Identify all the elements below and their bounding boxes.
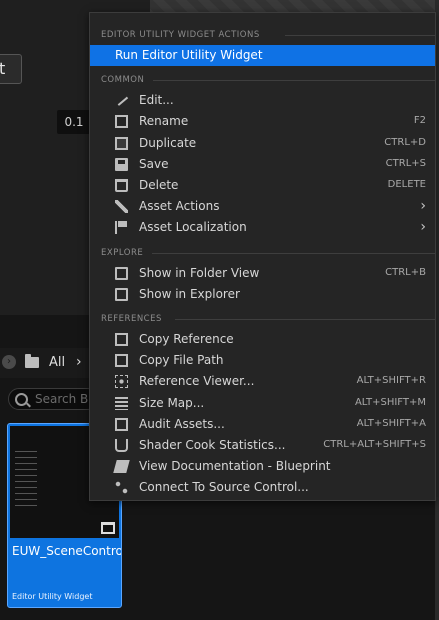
value-field[interactable]: 0.1	[57, 110, 91, 134]
menu-item-reference-viewer[interactable]: Reference Viewer... ALT+SHIFT+R	[90, 371, 435, 392]
section-title: REFERENCES	[101, 314, 162, 324]
rename-icon	[115, 115, 128, 129]
audit-icon	[115, 417, 128, 431]
menu-item-label: Edit...	[139, 93, 174, 108]
menu-item-label: Copy File Path	[139, 353, 224, 368]
menu-item-label: Reference Viewer...	[139, 374, 255, 389]
chevron-right-icon[interactable]: ›	[76, 354, 82, 370]
wrench-icon	[115, 200, 128, 214]
menu-item-label: Duplicate	[139, 135, 197, 150]
menu-item-label: Connect To Source Control...	[139, 480, 309, 495]
thumbnail-preview	[15, 451, 37, 511]
section-header: COMMON	[90, 67, 435, 89]
section-title: COMMON	[101, 75, 145, 86]
menu-item-duplicate[interactable]: Duplicate CTRL+D	[90, 133, 435, 154]
menu-item-label: Shader Cook Statistics...	[139, 438, 286, 452]
section-header: EXPLORE	[90, 240, 435, 262]
menu-item-label: View Documentation - Blueprint	[139, 459, 331, 474]
menu-item-view-documentation-blueprint[interactable]: View Documentation - Blueprint	[90, 456, 435, 477]
menu-item-label: Rename	[139, 114, 189, 129]
pencil-icon	[113, 92, 129, 107]
menu-item-copy-reference[interactable]: Copy Reference	[90, 329, 435, 350]
section-header: REFERENCES	[90, 306, 435, 328]
flag-icon	[115, 221, 130, 235]
menu-item-label: Audit Assets...	[139, 416, 225, 431]
shader-icon	[115, 439, 128, 452]
shortcut-label: ALT+SHIFT+M	[354, 396, 426, 408]
size-map-icon	[115, 396, 128, 410]
breadcrumb-all[interactable]: All	[49, 355, 65, 370]
save-icon	[115, 157, 128, 171]
search-input[interactable]	[35, 392, 95, 406]
asset-type: Editor Utility Widget	[12, 592, 93, 601]
shortcut-label: CTRL+S	[385, 157, 426, 169]
folder-view-icon	[115, 266, 128, 280]
submenu-arrow-icon: ›	[420, 219, 426, 236]
menu-item-run-editor-utility-widget[interactable]: Run Editor Utility Widget	[90, 45, 435, 66]
section-divider	[175, 319, 435, 320]
menu-item-connect-to-source-control[interactable]: Connect To Source Control...	[90, 477, 435, 498]
menu-item-label: Copy Reference	[139, 332, 234, 346]
menu-item-delete[interactable]: Delete DELETE	[90, 175, 435, 196]
menu-item-show-in-folder-view[interactable]: Show in Folder View CTRL+B	[90, 263, 435, 284]
partial-button[interactable]: t	[0, 54, 22, 84]
shortcut-label: CTRL+B	[385, 266, 426, 278]
menu-item-asset-localization[interactable]: Asset Localization ›	[90, 217, 435, 238]
section-divider	[285, 35, 435, 36]
menu-item-audit-assets[interactable]: Audit Assets... ALT+SHIFT+A	[90, 414, 435, 435]
menu-item-rename[interactable]: Rename F2	[90, 111, 435, 132]
content-browser-nav: › All ›	[0, 348, 92, 378]
source-control-icon	[115, 481, 128, 495]
submenu-arrow-icon: ›	[420, 198, 426, 215]
section-title: EXPLORE	[101, 247, 144, 258]
blueprint-icon	[101, 522, 115, 534]
context-menu: EDITOR UTILITY WIDGET ACTIONS Run Editor …	[89, 12, 436, 501]
shortcut-label: ALT+SHIFT+A	[356, 417, 426, 429]
shortcut-label: ALT+SHIFT+R	[356, 375, 426, 387]
history-icon[interactable]: ›	[2, 355, 16, 369]
menu-item-copy-file-path[interactable]: Copy File Path	[90, 350, 435, 371]
menu-item-size-map[interactable]: Size Map... ALT+SHIFT+M	[90, 393, 435, 414]
menu-item-label: Show in Explorer	[139, 286, 240, 301]
copy-path-icon	[115, 354, 128, 368]
menu-item-label: Show in Folder View	[139, 265, 260, 280]
menu-item-label: Run Editor Utility Widget	[115, 48, 263, 62]
shortcut-label: F2	[413, 115, 426, 127]
section-title: EDITOR UTILITY WIDGET ACTIONS	[101, 30, 260, 40]
menu-item-edit[interactable]: Edit...	[90, 90, 435, 111]
asset-name: EUW_SceneControl	[12, 544, 122, 558]
menu-item-label: Asset Actions	[139, 199, 220, 214]
search-icon	[15, 393, 28, 406]
documentation-icon	[113, 460, 130, 474]
section-divider	[152, 252, 435, 254]
menu-item-shader-cook-statistics[interactable]: Shader Cook Statistics... CTRL+ALT+SHIFT+…	[90, 435, 435, 456]
menu-item-label: Save	[139, 156, 169, 171]
folder-icon[interactable]	[25, 354, 39, 368]
reference-viewer-icon	[115, 375, 128, 389]
trash-icon	[115, 179, 128, 192]
menu-item-label: Delete	[139, 178, 179, 192]
menu-item-label: Size Map...	[139, 395, 205, 410]
duplicate-icon	[115, 136, 128, 150]
menu-item-save[interactable]: Save CTRL+S	[90, 154, 435, 175]
menu-item-label: Asset Localization	[139, 220, 247, 235]
menu-item-show-in-explorer[interactable]: Show in Explorer	[90, 284, 435, 305]
section-divider	[153, 80, 435, 82]
shortcut-label: CTRL+D	[384, 136, 426, 148]
search-box[interactable]	[8, 388, 98, 410]
shortcut-label: CTRL+ALT+SHIFT+S	[323, 439, 426, 450]
menu-item-asset-actions[interactable]: Asset Actions ›	[90, 196, 435, 217]
shortcut-label: DELETE	[387, 179, 426, 190]
explorer-icon	[115, 287, 128, 301]
copy-reference-icon	[115, 333, 128, 346]
section-header: EDITOR UTILITY WIDGET ACTIONS	[90, 22, 435, 44]
